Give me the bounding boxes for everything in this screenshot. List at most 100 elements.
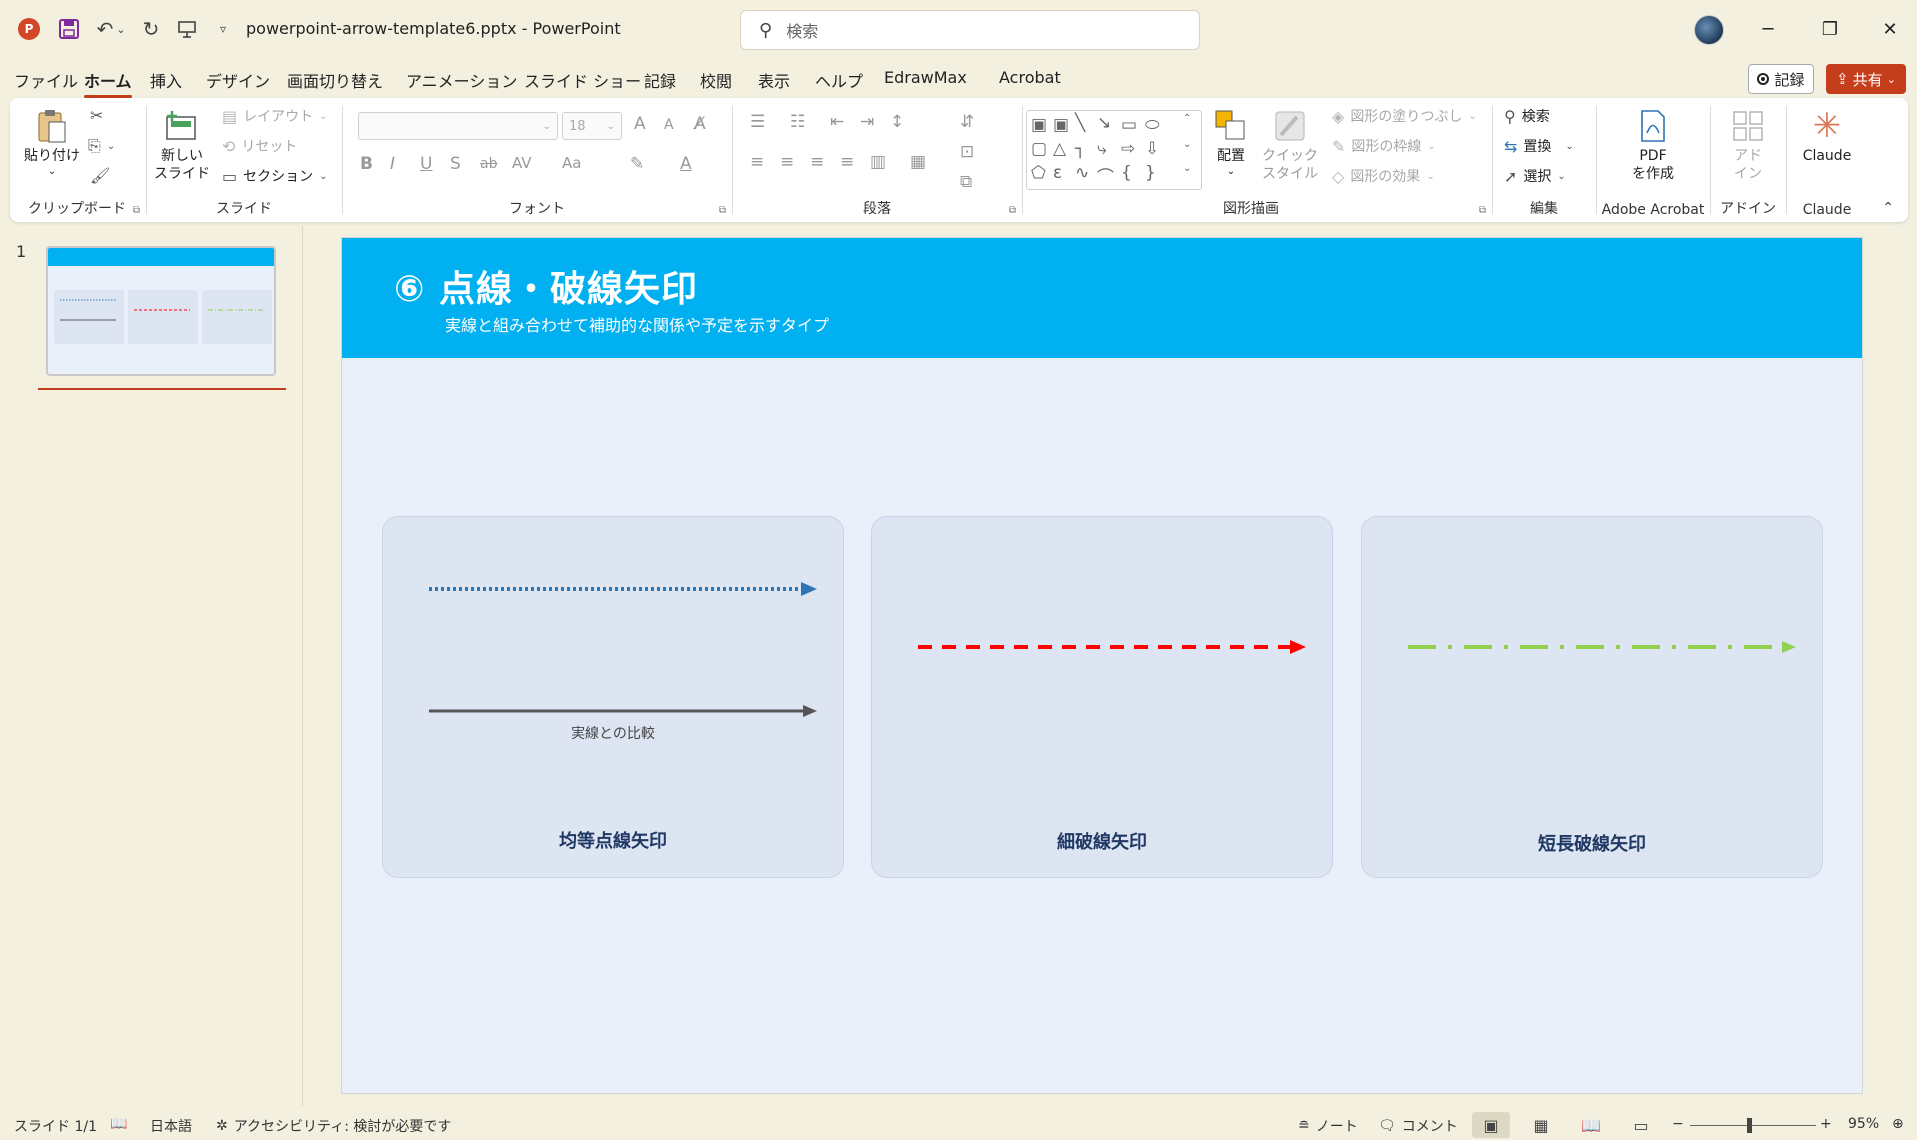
create-pdf-button[interactable]: PDF を作成 — [1618, 108, 1688, 183]
shape-effects-button[interactable]: ◇ 図形の効果 ⌄ — [1332, 166, 1435, 186]
zoom-in-button[interactable]: + — [1820, 1116, 1832, 1132]
underline-button[interactable]: U — [420, 154, 432, 174]
addins-button[interactable]: アド イン — [1722, 108, 1774, 183]
close-icon[interactable]: ✕ — [1870, 14, 1910, 44]
align-right-icon[interactable]: ≡ — [810, 152, 824, 172]
change-case-button[interactable]: Aa — [562, 154, 581, 172]
redo-icon[interactable]: ↻ — [138, 16, 164, 42]
slide-thumbnail[interactable] — [46, 246, 276, 376]
spellcheck-icon[interactable]: 📖 — [110, 1116, 127, 1132]
avatar[interactable] — [1694, 15, 1724, 45]
accessibility-button[interactable]: ✲ アクセシビリティ: 検討が必要です — [216, 1116, 451, 1136]
slide-subtitle[interactable]: 実線と組み合わせて補助的な関係や予定を示すタイプ — [445, 312, 829, 336]
slideshow-view-icon[interactable]: ▭ — [1622, 1112, 1660, 1138]
shape-outline-button[interactable]: ✎ 図形の枠線 ⌄ — [1332, 136, 1436, 156]
bullets-icon[interactable]: ☰ — [750, 112, 765, 132]
section-button[interactable]: ▭ セクション ⌄ — [222, 166, 328, 186]
quick-style-button[interactable]: クイック スタイル — [1260, 108, 1320, 183]
tab-insert[interactable]: 挿入 — [150, 68, 182, 92]
text-direction-icon[interactable]: ⇵ — [960, 112, 974, 132]
font-size-select[interactable]: 18 ⌄ — [562, 112, 622, 140]
align-left-icon[interactable]: ≡ — [750, 152, 764, 172]
tab-help[interactable]: ヘルプ — [815, 68, 863, 92]
columns-icon[interactable]: ▦ — [910, 152, 926, 172]
slide-sorter-icon[interactable]: ▦ — [1522, 1112, 1560, 1138]
bold-button[interactable]: B — [360, 154, 373, 174]
decrease-indent-icon[interactable]: ⇤ — [830, 112, 844, 132]
shadow-button[interactable]: S — [450, 154, 461, 174]
tab-design[interactable]: デザイン — [206, 68, 270, 92]
new-slide-button[interactable]: 新しい スライド — [152, 108, 212, 183]
clear-format-icon[interactable]: A̸ — [694, 114, 706, 134]
notes-button[interactable]: ≘ ノート — [1298, 1116, 1358, 1136]
slide-title[interactable]: ⑥ 点線・破線矢印 — [394, 260, 698, 312]
increase-indent-icon[interactable]: ⇥ — [860, 112, 874, 132]
reset-button[interactable]: ⟲ リセット — [222, 136, 297, 156]
zoom-slider[interactable] — [1690, 1125, 1816, 1126]
cut-button[interactable]: ✂ — [90, 106, 103, 125]
strikethrough-button[interactable]: ab — [480, 156, 497, 172]
launcher-icon[interactable]: ⧉ — [719, 205, 726, 216]
tab-edrawmax[interactable]: EdrawMax — [884, 68, 967, 87]
language-indicator[interactable]: 日本語 — [150, 1116, 192, 1136]
tab-view[interactable]: 表示 — [758, 68, 790, 92]
justify-icon[interactable]: ≡ — [840, 152, 854, 172]
minimize-icon[interactable]: ─ — [1748, 14, 1788, 44]
collapse-ribbon-icon[interactable]: ⌃ — [1882, 200, 1894, 216]
grow-font-button[interactable]: A — [634, 114, 646, 134]
arrow-card[interactable]: 細破線矢印 — [871, 516, 1333, 878]
font-color-icon[interactable]: A — [680, 154, 692, 174]
align-text-icon[interactable]: ⊡ — [960, 142, 974, 162]
undo-dropdown-icon[interactable]: ⌄ — [114, 16, 128, 42]
highlight-icon[interactable]: ✎ — [630, 154, 644, 174]
replace-button[interactable]: ⇆ 置換 ⌄ — [1504, 136, 1574, 156]
search-input[interactable]: ⚲ 検索 — [740, 10, 1200, 50]
tab-acrobat[interactable]: Acrobat — [999, 68, 1061, 87]
italic-button[interactable]: I — [390, 154, 395, 174]
tab-home[interactable]: ホーム — [84, 68, 132, 98]
tab-file[interactable]: ファイル — [14, 68, 78, 92]
select-button[interactable]: ➚ 選択 ⌄ — [1504, 166, 1566, 186]
tab-slideshow[interactable]: スライド ショー — [524, 68, 641, 92]
font-name-select[interactable]: ⌄ — [358, 112, 558, 140]
distribute-icon[interactable]: ▥ — [870, 152, 886, 172]
tab-record[interactable]: 記録 — [644, 68, 676, 92]
claude-button[interactable]: ✳ Claude — [1794, 106, 1860, 166]
shape-fill-button[interactable]: ◈ 図形の塗りつぶし ⌄ — [1332, 106, 1477, 126]
reading-view-icon[interactable]: 📖 — [1572, 1112, 1610, 1138]
arrow-card[interactable]: 実線との比較 均等点線矢印 — [382, 516, 844, 878]
numbering-icon[interactable]: ☷ — [790, 112, 805, 132]
record-button[interactable]: 記録 — [1748, 64, 1814, 94]
comments-button[interactable]: 🗨 コメント — [1378, 1116, 1458, 1136]
align-center-icon[interactable]: ≡ — [780, 152, 794, 172]
launcher-icon[interactable]: ⧉ — [133, 205, 140, 216]
normal-view-icon[interactable]: ▣ — [1472, 1112, 1510, 1138]
zoom-level[interactable]: 95% — [1848, 1116, 1879, 1132]
tab-transitions[interactable]: 画面切り替え — [287, 68, 383, 92]
layout-button[interactable]: ▤ レイアウト ⌄ — [222, 106, 328, 126]
smartart-icon[interactable]: ⧉ — [960, 172, 972, 192]
arrow-card[interactable]: 短長破線矢印 — [1361, 516, 1823, 878]
tab-animations[interactable]: アニメーション — [406, 68, 517, 92]
shrink-font-button[interactable]: A — [664, 117, 674, 133]
slide-canvas[interactable]: ⑥ 点線・破線矢印 実線と組み合わせて補助的な関係や予定を示すタイプ 実線との比… — [342, 238, 1862, 1093]
pane-divider[interactable] — [302, 226, 303, 1106]
slide-counter[interactable]: スライド 1/1 — [14, 1116, 97, 1136]
tab-review[interactable]: 校閲 — [700, 68, 732, 92]
arrange-button[interactable]: 配置 ⌄ — [1206, 108, 1256, 178]
line-spacing-icon[interactable]: ↕ — [890, 112, 904, 132]
restore-icon[interactable]: ❐ — [1810, 14, 1850, 44]
find-button[interactable]: ⚲ 検索 — [1504, 106, 1550, 126]
share-button[interactable]: ⇪ 共有 ⌄ — [1826, 64, 1906, 94]
zoom-slider-handle[interactable] — [1747, 1118, 1752, 1133]
paste-button[interactable]: 貼り付け ⌄ — [24, 108, 80, 178]
spacing-button[interactable]: AV — [512, 154, 532, 172]
save-icon[interactable] — [56, 16, 82, 42]
copy-button[interactable]: ⎘ ⌄ — [88, 136, 115, 156]
present-icon[interactable] — [174, 16, 200, 42]
format-painter-button[interactable]: 🖌 — [90, 166, 110, 185]
customize-icon[interactable]: ▿ — [210, 16, 236, 42]
zoom-out-button[interactable]: − — [1672, 1116, 1684, 1132]
launcher-icon[interactable]: ⧉ — [1479, 205, 1486, 216]
fit-to-window-icon[interactable]: ⊕ — [1892, 1116, 1904, 1132]
